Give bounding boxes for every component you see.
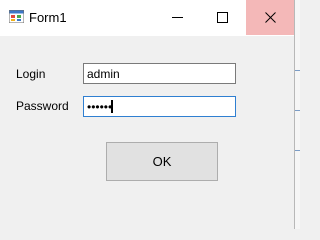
window-title: Form1 [29, 10, 67, 25]
password-input[interactable] [83, 96, 236, 117]
maximize-button[interactable] [200, 0, 245, 35]
background-edge-mark [295, 150, 300, 151]
winforms-app-icon [9, 10, 24, 23]
background-edge-mark [295, 110, 300, 111]
maximize-icon [217, 12, 228, 23]
close-icon [264, 12, 276, 23]
login-input[interactable] [83, 63, 236, 84]
app-window: Form1 Login Password OK [0, 0, 295, 229]
password-label: Password [16, 99, 69, 113]
minimize-icon [172, 17, 183, 18]
ok-button[interactable]: OK [106, 142, 218, 181]
title-bar[interactable]: Form1 [0, 0, 294, 36]
background-window-edge [295, 0, 300, 229]
close-button[interactable] [246, 0, 294, 35]
form-client-area: Login Password OK [0, 36, 294, 229]
text-caret [111, 100, 113, 113]
login-label: Login [16, 67, 46, 81]
background-edge-mark [295, 70, 300, 71]
minimize-button[interactable] [155, 0, 200, 35]
